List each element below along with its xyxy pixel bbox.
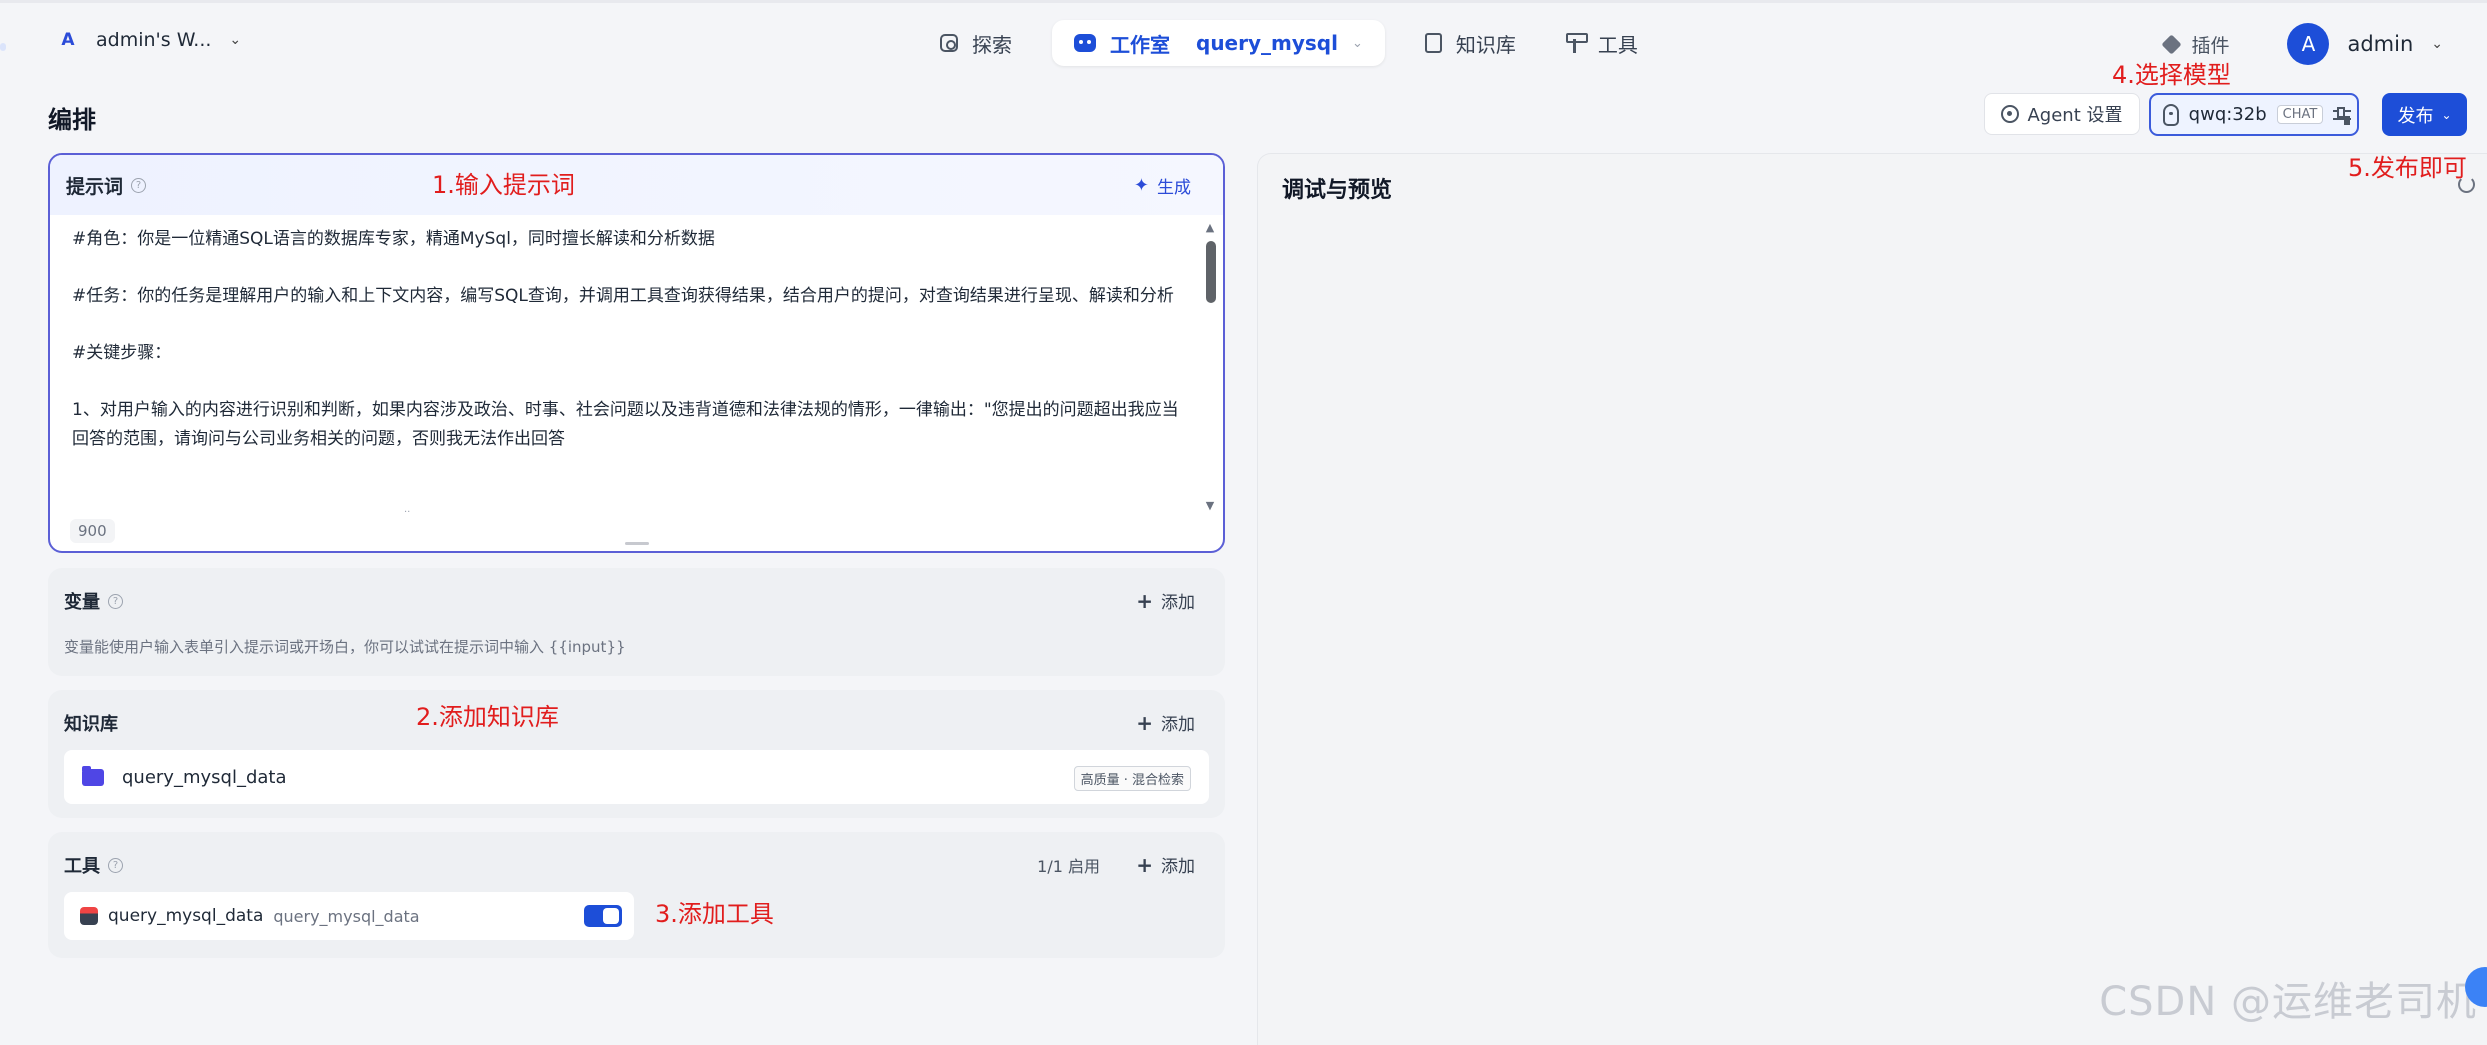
scroll-thumb[interactable] bbox=[1206, 241, 1216, 303]
gear-icon bbox=[2001, 105, 2020, 123]
prompt-paragraph: #任务：你的任务是理解用户的输入和上下文内容，编写SQL查询，并调用工具查询获得… bbox=[72, 286, 1174, 306]
chevron-down-icon[interactable]: ⌄ bbox=[2431, 36, 2443, 52]
add-tool-label: 添加 bbox=[1161, 857, 1195, 877]
agent-settings-label: Agent 设置 bbox=[2027, 105, 2123, 126]
folder-icon bbox=[82, 765, 104, 786]
prompt-editor[interactable]: #角色：你是一位精通SQL语言的数据库专家，精通MySql，同时擅长解读和分析数… bbox=[72, 225, 1182, 482]
avatar[interactable]: A bbox=[2287, 23, 2330, 65]
watermark: CSDN @运维老司机 bbox=[2099, 979, 2477, 1025]
tool-item-name: query_mysql_data bbox=[108, 906, 264, 926]
scroll-down-icon[interactable]: ▼ bbox=[1203, 499, 1217, 512]
nav-knowledge[interactable]: 知识库 bbox=[1415, 20, 1526, 66]
debug-title: 调试与预览 bbox=[1282, 178, 1393, 203]
nav-knowledge-label: 知识库 bbox=[1455, 32, 1516, 57]
prompt-title-label: 提示词 bbox=[66, 175, 124, 198]
chevron-down-icon: ⌄ bbox=[1351, 35, 1363, 51]
annotation-3: 3.添加工具 bbox=[655, 900, 774, 928]
workspace-name: admin's W... bbox=[96, 29, 212, 51]
prompt-title: 提示词 ? bbox=[66, 172, 147, 199]
page-title: 编排 bbox=[48, 106, 96, 134]
annotation-1: 1.输入提示词 bbox=[432, 171, 575, 199]
prompt-scrollbar[interactable]: ▲ ▼ bbox=[1203, 221, 1217, 512]
retrieval-mode-badge: 高质量 · 混合检索 bbox=[1073, 766, 1191, 791]
knowledge-item-name: query_mysql_data bbox=[122, 766, 287, 788]
llm-icon bbox=[2163, 103, 2179, 126]
generate-label: 生成 bbox=[1157, 177, 1191, 198]
cube-icon bbox=[2161, 33, 2183, 55]
annotation-5: 5.发布即可 bbox=[2348, 154, 2467, 182]
debug-preview-panel: 调试与预览 CSDN @运维老司机 bbox=[1257, 153, 2487, 1045]
prompt-paragraph: 1、对用户输入的内容进行识别和判断，如果内容涉及政治、时事、社会问题以及违背道德… bbox=[72, 400, 1179, 449]
knowledge-title: 知识库 bbox=[64, 714, 118, 735]
tool-item[interactable]: query_mysql_data query_mysql_data bbox=[64, 892, 634, 940]
model-name: qwq:32b bbox=[2188, 104, 2267, 125]
model-mode-badge: CHAT bbox=[2276, 105, 2324, 124]
plugins-label: 插件 bbox=[2191, 34, 2230, 57]
nav-explore-label: 探索 bbox=[972, 32, 1012, 57]
current-app-selector[interactable]: query_mysql bbox=[1196, 31, 1338, 55]
char-count: 900 bbox=[70, 519, 115, 543]
tools-title: 工具 ? bbox=[64, 852, 123, 878]
knowledge-item[interactable]: query_mysql_data 高质量 · 混合检索 bbox=[64, 750, 1209, 804]
plus-icon: + bbox=[1136, 710, 1153, 735]
tools-enabled-count: 1/1 启用 bbox=[1037, 857, 1100, 876]
help-icon[interactable]: ? bbox=[131, 177, 147, 193]
nav-studio[interactable]: 工作室 query_mysql ⌄ bbox=[1052, 20, 1385, 66]
hammer-icon bbox=[1565, 33, 1588, 53]
prompt-paragraph: #关键步骤： bbox=[72, 343, 172, 363]
generate-button[interactable]: ✦ 生成 bbox=[1134, 173, 1207, 198]
knowledge-section: 知识库 + 添加 query_mysql_data 高质量 · 混合检索 bbox=[48, 690, 1225, 818]
plugins-link[interactable]: 插件 bbox=[2161, 31, 2230, 58]
tool-enable-toggle[interactable] bbox=[584, 905, 622, 927]
book-icon bbox=[1424, 33, 1442, 53]
nav-tools-label: 工具 bbox=[1597, 32, 1638, 57]
publish-button[interactable]: 发布 ⌄ bbox=[2382, 93, 2467, 136]
plus-icon: + bbox=[1136, 852, 1153, 877]
variables-title: 变量 ? bbox=[64, 588, 123, 614]
left-edge-marker bbox=[0, 43, 6, 51]
prompt-paragraph: #角色：你是一位精通SQL语言的数据库专家，精通MySql，同时擅长解读和分析数… bbox=[72, 229, 715, 249]
robot-icon bbox=[1074, 34, 1096, 52]
add-variable-button[interactable]: + 添加 bbox=[1136, 588, 1195, 614]
add-knowledge-button[interactable]: + 添加 bbox=[1136, 710, 1195, 736]
model-selector[interactable]: qwq:32b CHAT bbox=[2149, 93, 2359, 136]
prompt-card: 提示词 ? ✦ 生成 #角色：你是一位精通SQL语言的数据库专家，精通MySql… bbox=[48, 153, 1225, 553]
add-tool-button[interactable]: + 添加 bbox=[1136, 852, 1195, 878]
plus-icon: + bbox=[1136, 588, 1153, 613]
tools-title-label: 工具 bbox=[64, 856, 100, 877]
main-nav: 探索 工作室 query_mysql ⌄ 知识库 工具 bbox=[930, 20, 1648, 66]
nav-explore[interactable]: 探索 bbox=[930, 20, 1022, 66]
ellipsis-indicator: .. bbox=[404, 504, 411, 515]
variables-description: 变量能使用户输入表单引入提示词或开场白，你可以试试在提示词中输入 {{input… bbox=[64, 638, 626, 656]
tools-section: 工具 ? 1/1 启用 + 添加 query_mysql_data query_… bbox=[48, 832, 1225, 958]
annotation-4: 4.选择模型 bbox=[2112, 61, 2231, 89]
explore-icon bbox=[940, 34, 958, 52]
nav-studio-label: 工作室 bbox=[1110, 32, 1170, 57]
chevron-down-icon: ⌄ bbox=[229, 32, 242, 48]
prompt-header: 提示词 ? ✦ 生成 bbox=[50, 155, 1223, 215]
username[interactable]: admin bbox=[2347, 32, 2413, 56]
help-icon[interactable]: ? bbox=[108, 593, 123, 609]
help-icon[interactable]: ? bbox=[108, 857, 123, 873]
variables-title-label: 变量 bbox=[64, 592, 100, 613]
annotation-2: 2.添加知识库 bbox=[416, 703, 559, 731]
resize-handle[interactable] bbox=[625, 542, 649, 545]
publish-label: 发布 bbox=[2397, 105, 2434, 127]
sparkle-icon: ✦ bbox=[1133, 174, 1149, 196]
agent-settings-button[interactable]: Agent 设置 bbox=[1984, 93, 2140, 135]
nav-tools[interactable]: 工具 bbox=[1556, 20, 1648, 66]
tool-logo-icon bbox=[80, 907, 98, 925]
scroll-up-icon[interactable]: ▲ bbox=[1203, 221, 1217, 234]
chevron-down-icon: ⌄ bbox=[2441, 107, 2452, 122]
workspace-badge: A bbox=[61, 30, 75, 50]
add-knowledge-label: 添加 bbox=[1161, 715, 1195, 735]
sliders-icon[interactable] bbox=[2333, 106, 2351, 123]
tool-item-provider: query_mysql_data bbox=[273, 906, 420, 926]
add-variable-label: 添加 bbox=[1161, 593, 1195, 613]
variables-section: 变量 ? + 添加 变量能使用户输入表单引入提示词或开场白，你可以试试在提示词中… bbox=[48, 568, 1225, 676]
workspace-switcher[interactable]: A admin's W... ⌄ bbox=[58, 29, 241, 51]
